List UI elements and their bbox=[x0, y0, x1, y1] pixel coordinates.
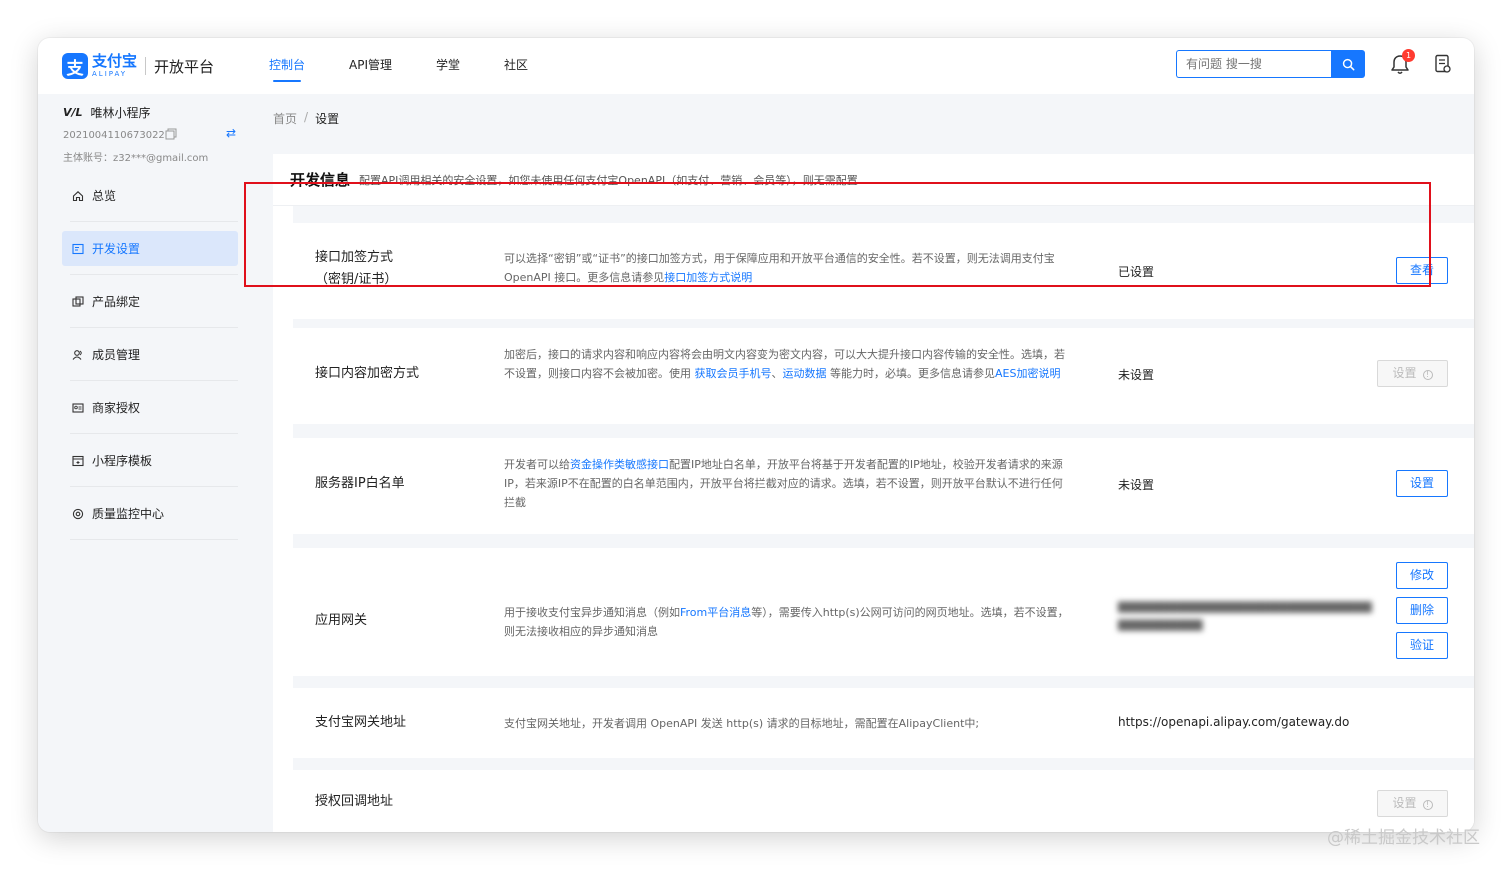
sidebar-item-overview[interactable]: 总览 bbox=[62, 178, 238, 222]
setting-name: 接口内容加密方式 bbox=[315, 366, 420, 381]
app-window: 支 支付宝 ALIPAY 开放平台 控制台 API管理 学堂 社区 1 V/L bbox=[38, 38, 1474, 832]
copy-icon[interactable] bbox=[165, 128, 177, 140]
info-icon: ! bbox=[1422, 370, 1433, 380]
panel-description: 配置API调用相关的安全设置，如您未使用任何支付宝OpenAPI（如支付、营销、… bbox=[359, 173, 858, 187]
alipay-logo[interactable]: 支 支付宝 ALIPAY 开放平台 bbox=[62, 52, 214, 80]
info-icon: ! bbox=[1422, 800, 1433, 810]
document-icon[interactable] bbox=[1434, 54, 1452, 74]
app-logo-icon: V/L bbox=[63, 106, 83, 119]
sidebar-item-templates[interactable]: 小程序模板 bbox=[62, 443, 238, 487]
switch-app-icon[interactable]: ⇄ bbox=[226, 126, 236, 140]
search-box bbox=[1176, 50, 1365, 78]
sidebar-item-label: 总览 bbox=[92, 189, 117, 203]
main-nav: 控制台 API管理 学堂 社区 bbox=[269, 38, 572, 94]
aes-doc-link[interactable]: AES加密说明 bbox=[995, 367, 1060, 380]
sidebar-item-product-binding[interactable]: 产品绑定 bbox=[62, 284, 238, 328]
watermark: @稀土掘金技术社区 bbox=[1327, 828, 1480, 848]
nav-community[interactable]: 社区 bbox=[504, 38, 528, 94]
from-platform-link[interactable]: From平台消息 bbox=[680, 606, 751, 619]
alipay-logo-icon: 支 bbox=[62, 53, 88, 79]
setting-status: 已设置 bbox=[1118, 265, 1155, 279]
logo-en-text: ALIPAY bbox=[92, 70, 128, 78]
search-icon bbox=[1342, 58, 1354, 70]
setting-name: 接口加签方式 （密钥/证书） bbox=[315, 250, 398, 287]
sidebar-item-label: 开发设置 bbox=[92, 242, 141, 256]
sidebar-item-label: 产品绑定 bbox=[92, 295, 141, 309]
sidebar-item-label: 商家授权 bbox=[92, 401, 141, 415]
setting-row-alipay-gateway: 支付宝网关地址 支付宝网关地址，开发者调用 OpenAPI 发送 http(s)… bbox=[293, 688, 1474, 758]
dev-settings-icon bbox=[72, 243, 84, 254]
notification-badge: 1 bbox=[1402, 49, 1415, 62]
setting-row-sign-method: 接口加签方式 （密钥/证书） 可以选择“密钥”或“证书”的接口加签方式，用于保障… bbox=[293, 223, 1474, 319]
setting-name: 支付宝网关地址 bbox=[315, 715, 407, 730]
view-button[interactable]: 查看 bbox=[1396, 257, 1448, 284]
breadcrumb-separator: / bbox=[304, 110, 309, 124]
setting-row-encryption: 接口内容加密方式 加密后，接口的请求内容和响应内容将会由明文内容变为密文内容，可… bbox=[293, 328, 1474, 424]
app-id: 2021004110673022 bbox=[63, 130, 165, 141]
setting-description: 开发者可以给资金操作类敏感接口配置IP地址白名单，开放平台将基于开发者配置的IP… bbox=[504, 458, 1063, 509]
nav-console[interactable]: 控制台 bbox=[269, 38, 305, 94]
search-input[interactable] bbox=[1176, 50, 1331, 78]
template-icon bbox=[72, 455, 84, 466]
setting-name: 应用网关 bbox=[315, 613, 368, 628]
setting-status: 未设置 bbox=[1118, 368, 1155, 382]
sidebar-item-label: 成员管理 bbox=[92, 348, 141, 362]
search-button[interactable] bbox=[1331, 50, 1365, 78]
setting-status: 未设置 bbox=[1118, 478, 1155, 492]
sidebar-item-merchant-auth[interactable]: 商家授权 bbox=[62, 390, 238, 434]
sidebar-item-dev-settings[interactable]: 开发设置 bbox=[62, 231, 238, 275]
quality-icon bbox=[72, 508, 84, 519]
edit-button[interactable]: 修改 bbox=[1396, 562, 1448, 589]
account-info: 主体账号：z32***@gmail.com bbox=[63, 153, 209, 164]
delete-button[interactable]: 删除 bbox=[1396, 597, 1448, 624]
set-button-disabled: 设置! bbox=[1377, 360, 1448, 387]
app-name-text: 唯林小程序 bbox=[90, 106, 151, 120]
setting-name: 服务器IP白名单 bbox=[315, 476, 405, 491]
sidebar-item-members[interactable]: 成员管理 bbox=[62, 337, 238, 381]
sport-data-link[interactable]: 运动数据 bbox=[783, 367, 827, 380]
sidebar-item-quality-monitor[interactable]: 质量监控中心 bbox=[62, 496, 238, 540]
sensitive-api-link[interactable]: 资金操作类敏感接口 bbox=[570, 458, 669, 471]
logo-cn-text: 支付宝 bbox=[92, 52, 138, 70]
setting-description: 用于接收支付宝异步通知消息（例如From平台消息等），需要传入http(s)公网… bbox=[504, 606, 1069, 638]
merchant-icon bbox=[72, 402, 84, 413]
gateway-url: https://openapi.alipay.com/gateway.do bbox=[1118, 715, 1350, 729]
gateway-url-blurred: ▇▇▇▇▇▇▇▇▇▇▇▇▇▇▇▇▇▇▇▇▇▇▇▇▇▇▇▇▇▇ ▇▇▇▇▇▇▇▇▇▇ bbox=[1118, 600, 1372, 631]
sidebar: V/L 唯林小程序 2021004110673022 ⇄ 主体账号：z32***… bbox=[38, 94, 254, 832]
setting-name: 授权回调地址 bbox=[315, 794, 394, 809]
breadcrumb-current: 设置 bbox=[315, 112, 340, 126]
breadcrumb: 首页 / 设置 bbox=[273, 110, 339, 127]
breadcrumb-home[interactable]: 首页 bbox=[273, 110, 297, 127]
dev-info-panel: 开发信息 配置API调用相关的安全设置，如您未使用任何支付宝OpenAPI（如支… bbox=[273, 154, 1474, 832]
setting-description: 支付宝网关地址，开发者调用 OpenAPI 发送 http(s) 请求的目标地址… bbox=[504, 717, 980, 730]
panel-title: 开发信息 bbox=[290, 171, 351, 189]
sign-method-doc-link[interactable]: 接口加签方式说明 bbox=[664, 271, 752, 284]
setting-description: 可以选择“密钥”或“证书”的接口加签方式，用于保障应用和开放平台通信的安全性。若… bbox=[504, 252, 1055, 284]
settings-list: 接口加签方式 （密钥/证书） 可以选择“密钥”或“证书”的接口加签方式，用于保障… bbox=[293, 206, 1474, 832]
set-button[interactable]: 设置 bbox=[1396, 470, 1448, 497]
setting-description: 加密后，接口的请求内容和响应内容将会由明文内容变为密文内容，可以大大提升接口内容… bbox=[504, 348, 1065, 380]
members-icon bbox=[72, 349, 82, 360]
logo-divider bbox=[145, 57, 147, 75]
platform-name: 开放平台 bbox=[154, 57, 215, 76]
set-button-disabled: 设置! bbox=[1377, 790, 1448, 817]
top-header: 支 支付宝 ALIPAY 开放平台 控制台 API管理 学堂 社区 1 bbox=[38, 38, 1474, 94]
panel-header: 开发信息 配置API调用相关的安全设置，如您未使用任何支付宝OpenAPI（如支… bbox=[273, 154, 1474, 206]
home-icon bbox=[72, 190, 84, 201]
nav-api-management[interactable]: API管理 bbox=[349, 38, 392, 94]
setting-row-auth-callback: 授权回调地址 设置! bbox=[293, 770, 1474, 832]
product-icon bbox=[72, 295, 84, 307]
setting-row-app-gateway: 应用网关 用于接收支付宝异步通知消息（例如From平台消息等），需要传入http… bbox=[293, 548, 1474, 676]
sidebar-item-label: 小程序模板 bbox=[92, 454, 153, 468]
app-name: V/L 唯林小程序 bbox=[63, 104, 151, 121]
setting-row-ip-whitelist: 服务器IP白名单 开发者可以给资金操作类敏感接口配置IP地址白名单，开放平台将基… bbox=[293, 438, 1474, 534]
verify-button[interactable]: 验证 bbox=[1396, 632, 1448, 659]
member-phone-link[interactable]: 获取会员手机号 bbox=[695, 367, 772, 380]
sidebar-menu: 总览 开发设置 产品绑定 成员管理 商家授权 小程序模板 质量监控中心 bbox=[62, 178, 238, 549]
nav-academy[interactable]: 学堂 bbox=[436, 38, 460, 94]
sidebar-item-label: 质量监控中心 bbox=[92, 507, 165, 521]
